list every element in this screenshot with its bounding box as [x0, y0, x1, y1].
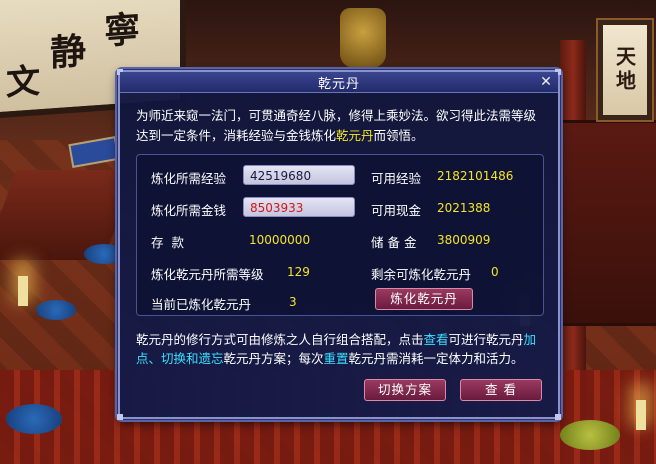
money-required-label: 炼化所需金钱 [151, 203, 227, 218]
dialog-title: 乾元丹 [317, 76, 360, 92]
blue-cushion-3 [6, 404, 62, 434]
remaining-label: 剩余可炼化乾元丹 [371, 267, 472, 282]
calligraphy-char-1: 文 [6, 61, 40, 104]
available-exp-value: 2182101486 [437, 169, 514, 183]
green-cushion [560, 420, 620, 450]
reserve-label: 储 备 金 [371, 235, 417, 250]
desc-highlight-qianyuandan: 乾元丹 [336, 128, 374, 143]
available-exp-label: 可用经验 [371, 171, 422, 186]
view-button[interactable]: 查 看 [460, 379, 542, 401]
footer-link-reset[interactable]: 重置 [324, 351, 349, 366]
deposit-label: 存 款 [151, 235, 184, 250]
reserve-value: 3800909 [437, 233, 491, 247]
footer-text-2: 可进行乾元丹 [448, 332, 524, 347]
money-required-field: 8503933 [243, 197, 355, 217]
level-required-label: 炼化乾元丹所需等级 [151, 267, 264, 282]
refine-qianyuandan-button[interactable]: 炼化乾元丹 [375, 288, 473, 310]
blue-cushion-2 [36, 300, 76, 320]
footer-text-3: 乾元丹方案；每次 [223, 351, 324, 366]
corner-ornament [555, 414, 561, 420]
close-icon[interactable]: ✕ [538, 74, 554, 90]
calligraphy-char-2: 静 [50, 29, 87, 75]
candle-right [636, 400, 646, 430]
switch-plan-button[interactable]: 切换方案 [364, 379, 446, 401]
candle-left [18, 276, 28, 306]
exp-required-label: 炼化所需经验 [151, 171, 227, 186]
current-refined-value: 3 [289, 295, 297, 309]
footer-link-view[interactable]: 查看 [424, 332, 449, 347]
deposit-value: 10000000 [249, 233, 311, 247]
tiandi-plaque: 天地 [598, 20, 652, 120]
dialog-description: 为师近来窥一法门，可贯通奇经八脉，修得上乘妙法。欲习得此法需等级达到一定条件，消… [136, 106, 546, 146]
incense-censer [340, 8, 386, 68]
available-cash-label: 可用现金 [371, 203, 422, 218]
desc-text-2: 而领悟。 [373, 128, 424, 143]
qianyuandan-dialog: 乾元丹 ✕ 为师近来窥一法门，可贯通奇经八脉，修得上乘妙法。欲习得此法需等级达到… [117, 69, 561, 420]
current-refined-label: 当前已炼化乾元丹 [151, 297, 252, 312]
exp-required-field: 42519680 [243, 165, 355, 185]
stats-panel: 炼化所需经验 42519680 可用经验 2182101486 炼化所需金钱 8… [136, 154, 544, 316]
remaining-value: 0 [491, 265, 499, 279]
available-cash-value: 2021388 [437, 201, 491, 215]
calligraphy-char-3: 寧 [104, 8, 141, 53]
corner-ornament [117, 414, 123, 420]
footer-text-1: 乾元丹的修行方式可由修炼之人自行组合搭配，点击 [136, 332, 424, 347]
footer-text-4: 乾元丹需消耗一定体力和活力。 [348, 351, 524, 366]
dialog-footer-text: 乾元丹的修行方式可由修炼之人自行组合搭配，点击查看可进行乾元丹加点、切换和遗忘乾… [136, 330, 548, 368]
level-required-value: 129 [287, 265, 310, 279]
offering-shelf [560, 120, 656, 326]
dialog-titlebar[interactable]: 乾元丹 ✕ [120, 72, 558, 93]
